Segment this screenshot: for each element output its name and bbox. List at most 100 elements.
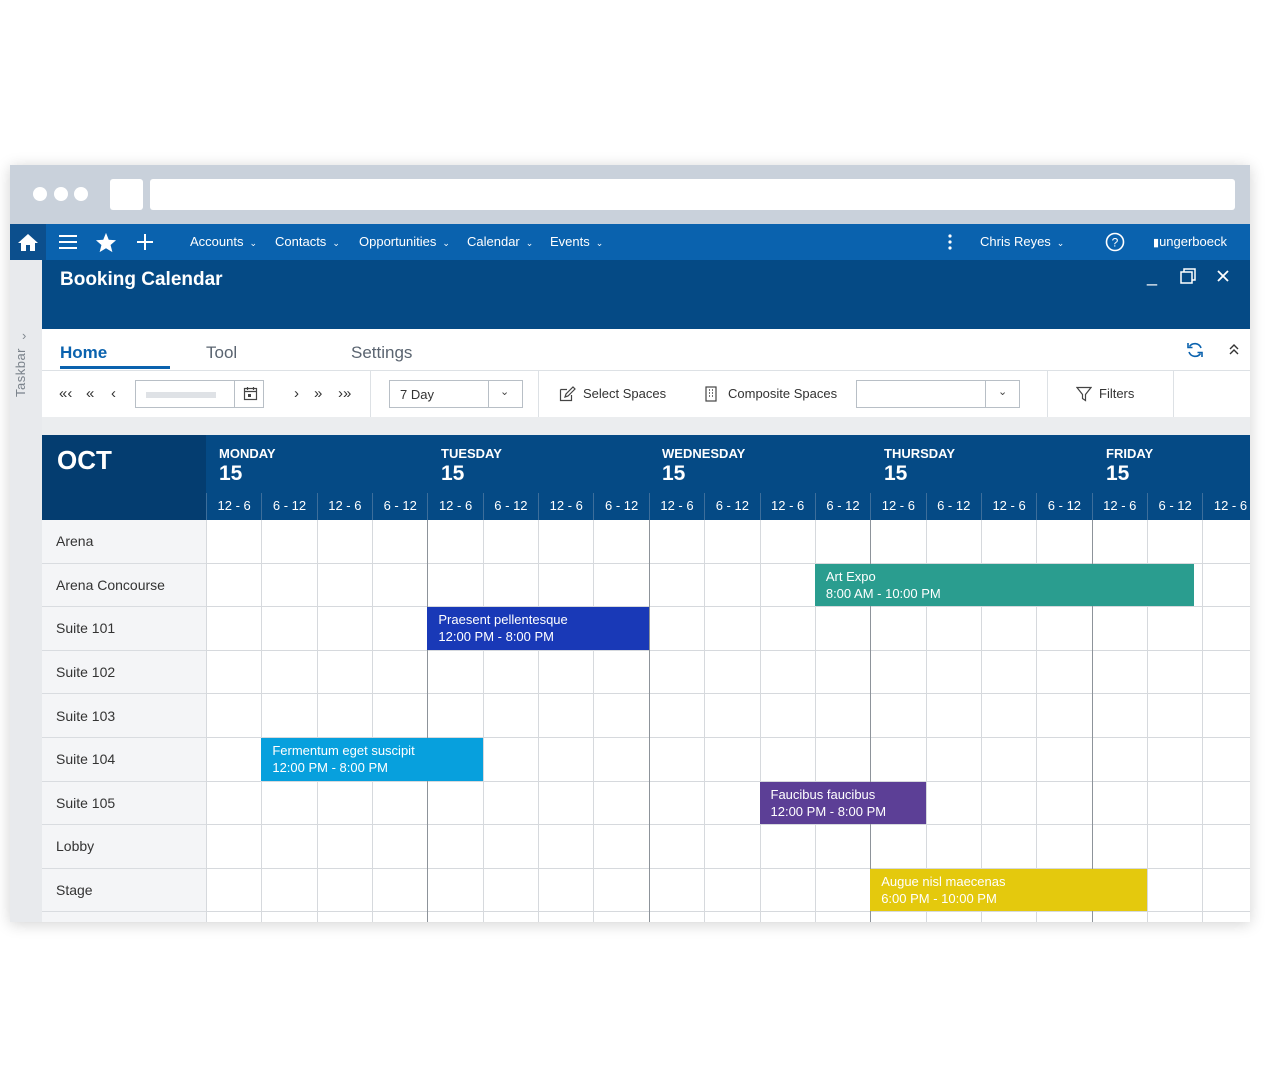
add-plus-icon[interactable] [135,224,155,260]
event-time: 12:00 PM - 8:00 PM [770,803,887,819]
chevron-down-icon: ⌄ [525,238,534,248]
jump-forward-icon[interactable]: » [314,385,322,402]
menu-calendar[interactable]: Calendar ⌄ [467,224,533,260]
day-name: WEDNESDAY [662,446,746,461]
chevron-down-icon: ⌄ [500,386,510,398]
row-divider [206,606,1250,608]
day-date: 15 [219,462,243,485]
restore-icon[interactable] [1180,268,1196,289]
booking-event[interactable]: Fermentum eget suscipit 12:00 PM - 8:00 P… [261,738,483,781]
view-select[interactable]: 7 Day ⌄ [389,380,523,408]
booking-grid: Arena Arena Concourse Suite 101 Suite 102 Su… [42,520,1250,922]
hamburger-menu-icon[interactable] [58,224,78,260]
select-spaces-button[interactable]: Select Spaces [583,386,666,401]
room-label[interactable]: Suite 104 [42,738,206,782]
event-title: Praesent pellentesque [438,612,568,628]
event-title: Augue nisl maecenas [881,873,1006,889]
help-icon[interactable]: ? [1104,224,1126,260]
composite-spaces-label[interactable]: Composite Spaces [728,386,837,401]
brand-logo: ▮ungerboeck [1153,234,1228,249]
column-divider [427,520,429,922]
jump-forward-far-icon[interactable]: ›» [338,385,351,402]
browser-tab[interactable] [110,179,143,210]
time-slot-label: 12 - 6 [1202,493,1250,520]
jump-back-icon[interactable]: « [86,385,94,402]
favorites-star-icon[interactable] [94,224,118,260]
room-label[interactable]: Suite 105 [42,781,206,826]
time-slot-label: 6 - 12 [482,493,538,520]
column-divider [206,520,207,922]
ribbon-tabs: Home Tool Settings [42,329,1250,371]
view-select-value: 7 Day [400,387,434,402]
next-icon[interactable]: › [294,385,299,402]
time-slot-label: 12 - 6 [316,493,372,520]
booking-event[interactable]: Faucibus faucibus 12:00 PM - 8:00 PM [759,781,926,825]
time-slot-label: 6 - 12 [261,493,316,520]
booking-event[interactable]: Praesent pellentesque 12:00 PM - 8:00 PM [427,607,649,650]
composite-spaces-select[interactable]: ⌄ [856,380,1020,408]
minimize-icon[interactable]: _ [1147,266,1157,287]
menu-events[interactable]: Events ⌄ [550,224,603,260]
window-control-dot[interactable] [54,187,68,201]
time-slot-label: 12 - 6 [1091,493,1147,520]
room-label [42,912,206,922]
time-slot-label: 12 - 6 [980,493,1036,520]
browser-chrome [10,165,1250,224]
toolbar-footer [42,417,1250,435]
home-button[interactable] [10,224,46,260]
menu-opportunities[interactable]: Opportunities ⌄ [359,224,450,260]
column-divider [648,520,650,922]
event-title: Fermentum eget suscipit [272,743,415,758]
chevron-down-icon: ⌄ [1056,238,1065,248]
tab-settings[interactable]: Settings [351,343,412,363]
row-divider [206,780,1250,782]
page-title: Booking Calendar [60,269,223,290]
chevron-down-icon: ⌄ [332,238,340,248]
filters-button[interactable]: Filters [1099,386,1134,401]
tab-home[interactable]: Home [60,343,107,363]
day-header: TUESDAY 15 [441,446,502,486]
time-slot-label: 6 - 12 [593,493,648,520]
edit-icon[interactable] [559,386,576,407]
room-label[interactable]: Suite 103 [42,694,206,738]
calendar-header: OCT MONDAY 15 TUESDAY 15 WEDNESDAY 15 TH… [42,435,1250,520]
event-time: 8:00 AM - 10:00 PM [825,585,941,601]
jump-back-far-icon[interactable]: «‹ [59,385,72,402]
menu-accounts[interactable]: Accounts ⌄ [190,224,257,260]
room-label[interactable]: Suite 102 [42,650,206,695]
day-name: THURSDAY [884,446,956,461]
booking-event[interactable]: Augue nisl maecenas 6:00 PM - 10:00 PM [870,868,1147,912]
time-slot-label: 12 - 6 [648,493,704,520]
more-vertical-icon[interactable] [945,224,955,260]
booking-event[interactable]: Art Expo 8:00 AM - 10:00 PM [814,563,1194,607]
day-date: 15 [884,462,908,485]
day-header: THURSDAY 15 [884,446,955,486]
calendar-picker-icon[interactable] [243,386,258,406]
building-icon [704,386,718,407]
menu-contacts[interactable]: Contacts ⌄ [275,224,340,260]
time-slot-label: 6 - 12 [1146,493,1202,520]
column-divider [482,520,484,922]
room-label[interactable]: Arena [42,520,206,564]
active-tab-indicator [60,366,170,369]
room-label[interactable]: Stage [42,868,206,913]
previous-icon[interactable]: ‹ [111,385,116,402]
close-icon[interactable] [1216,267,1230,288]
chevron-right-icon[interactable]: › [22,328,26,343]
time-slot-label: 6 - 12 [814,493,870,520]
row-divider [206,911,1250,913]
user-menu[interactable]: Chris Reyes ⌄ [980,224,1064,260]
taskbar-label: Taskbar [13,347,29,398]
room-label[interactable]: Suite 101 [42,607,206,651]
window-control-dot[interactable] [33,187,47,201]
room-label[interactable]: Arena Concourse [42,563,206,608]
address-bar[interactable] [150,179,1235,210]
window-control-dot[interactable] [74,187,88,201]
collapse-ribbon-icon[interactable] [1228,342,1240,359]
room-label[interactable]: Lobby [42,825,206,869]
taskbar[interactable]: › Taskbar [10,260,43,922]
time-slot-label: 12 - 6 [427,493,482,520]
refresh-icon[interactable] [1186,341,1204,364]
tab-tool[interactable]: Tool [206,343,237,363]
date-input[interactable] [135,380,264,408]
